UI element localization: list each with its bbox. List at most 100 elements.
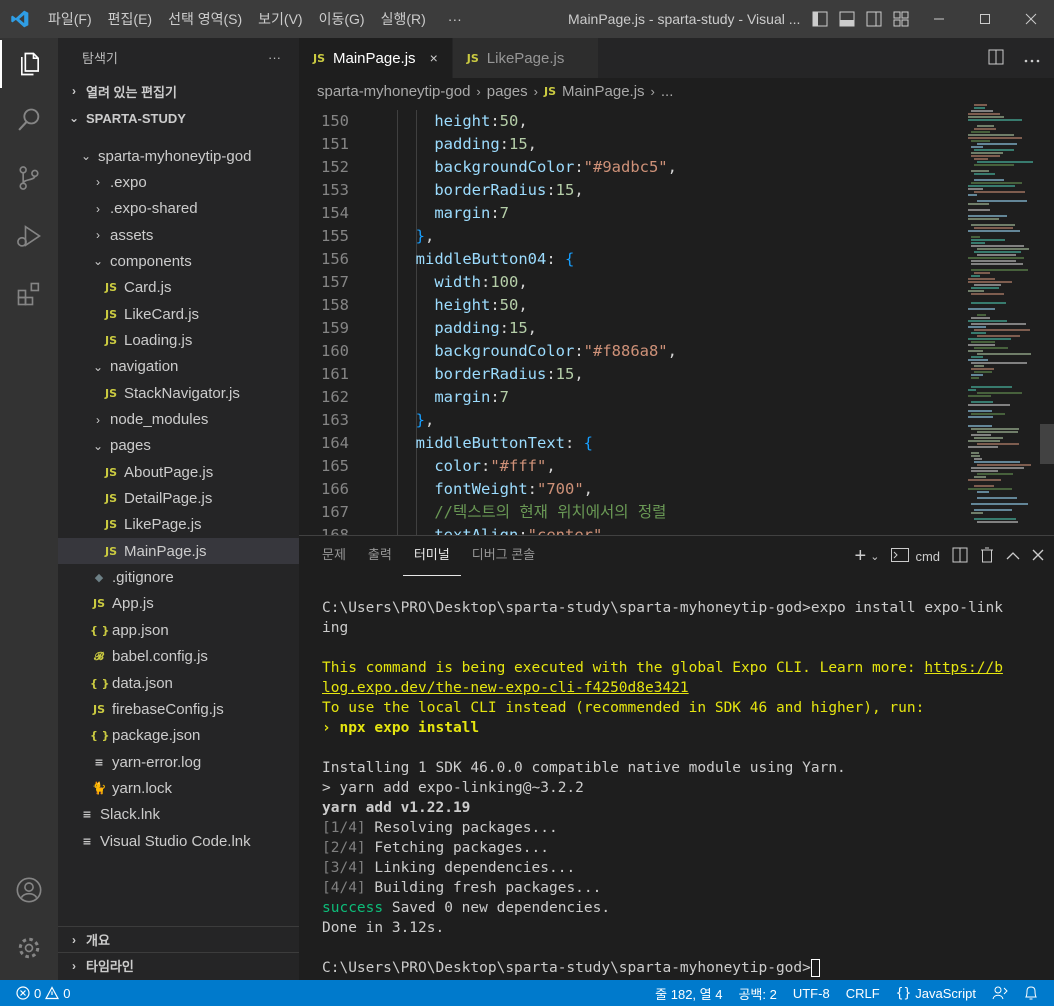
tree-item[interactable]: { } app.json	[58, 617, 299, 643]
indentation[interactable]: 공백: 2	[730, 984, 784, 1003]
tree-item[interactable]: › node_modules	[58, 407, 299, 433]
explorer-more-button[interactable]: ···	[268, 50, 281, 65]
breadcrumb-folder[interactable]: pages	[487, 83, 528, 100]
menu-more[interactable]: ···	[434, 0, 470, 38]
tab-terminal[interactable]: 터미널	[402, 536, 461, 576]
js-file-icon: JS	[104, 307, 117, 321]
tree-item-label: sparta-myhoneytip-god	[98, 147, 252, 165]
source-control-icon[interactable]	[0, 154, 58, 202]
accounts-icon[interactable]	[0, 866, 58, 914]
menu-run[interactable]: 실행(R)	[373, 0, 434, 38]
terminal-line: [2/4] Fetching packages...	[322, 838, 549, 858]
minimap-line	[974, 329, 1030, 331]
shell-name[interactable]: cmd	[915, 549, 940, 564]
tree-item[interactable]: JS StackNavigator.js	[58, 380, 299, 406]
tree-item[interactable]: › .expo	[58, 169, 299, 195]
tree-item[interactable]: JS AboutPage.js	[58, 459, 299, 485]
minimap-line	[971, 110, 993, 112]
workspace-section[interactable]: ⌄ SPARTA-STUDY	[58, 105, 299, 131]
bottom-panel: 문제 출력 터미널 디버그 콘솔 + ⌄ cmd C:\Users\PRO\De…	[299, 535, 1054, 980]
breadcrumb-folder[interactable]: sparta-myhoneytip-god	[317, 83, 470, 100]
more-actions-icon[interactable]	[1024, 51, 1040, 66]
minimap-line	[977, 431, 1018, 433]
tree-item[interactable]: 𝓑babel.config.js	[58, 644, 299, 670]
outline-section[interactable]: › 개요	[58, 926, 299, 952]
terminal-link[interactable]: https://b	[924, 660, 1003, 676]
encoding[interactable]: UTF-8	[785, 986, 838, 1001]
tree-item[interactable]: JS Loading.js	[58, 327, 299, 353]
tree-item[interactable]: JS LikeCard.js	[58, 301, 299, 327]
tree-item[interactable]: { } data.json	[58, 670, 299, 696]
split-terminal-icon[interactable]	[952, 547, 968, 566]
search-icon[interactable]	[0, 96, 58, 144]
editor-scrollbar[interactable]	[1040, 424, 1054, 464]
tree-item[interactable]: JS DetailPage.js	[58, 486, 299, 512]
tab-mainpage[interactable]: JS MainPage.js ×	[299, 38, 453, 78]
menu-selection[interactable]: 선택 영역(S)	[160, 0, 250, 38]
tree-item[interactable]: ≡ Slack.lnk	[58, 802, 299, 828]
toggle-secondary-sidebar-icon[interactable]	[864, 10, 883, 29]
menu-view[interactable]: 보기(V)	[250, 0, 310, 38]
tab-likepage[interactable]: JS LikePage.js	[452, 38, 599, 78]
tree-item[interactable]: ⌄ pages	[58, 433, 299, 459]
tree-item[interactable]: 🐈 yarn.lock	[58, 775, 299, 801]
open-editors-section[interactable]: › 열려 있는 편집기	[58, 78, 299, 104]
language-mode[interactable]: {} JavaScript	[888, 986, 984, 1001]
cursor-position[interactable]: 줄 182, 열 4	[647, 984, 730, 1003]
new-terminal-icon[interactable]: +	[855, 545, 867, 568]
maximize-icon[interactable]	[962, 0, 1008, 38]
tree-item[interactable]: ◆ .gitignore	[58, 565, 299, 591]
tree-item[interactable]: ≡ yarn-error.log	[58, 749, 299, 775]
run-debug-icon[interactable]	[0, 212, 58, 260]
tab-debug-console[interactable]: 디버그 콘솔	[461, 536, 546, 576]
tree-item[interactable]: › assets	[58, 222, 299, 248]
close-window-icon[interactable]	[1008, 0, 1054, 38]
problems-status[interactable]: 0 0	[0, 986, 78, 1001]
tree-item[interactable]: ⌄ components	[58, 248, 299, 274]
customize-layout-icon[interactable]	[891, 10, 910, 29]
tab-problems[interactable]: 문제	[311, 536, 357, 576]
tree-item[interactable]: JS LikePage.js	[58, 512, 299, 538]
explorer-icon[interactable]	[0, 40, 58, 88]
toggle-panel-icon[interactable]	[837, 10, 856, 29]
breadcrumb-file[interactable]: MainPage.js	[562, 83, 645, 100]
close-tab-icon[interactable]: ×	[430, 50, 438, 66]
chevron-down-icon[interactable]: ⌄	[870, 550, 879, 563]
tree-item[interactable]: JS Card.js	[58, 275, 299, 301]
minimize-icon[interactable]	[916, 0, 962, 38]
settings-gear-icon[interactable]	[0, 924, 58, 972]
minimap-line	[968, 344, 995, 346]
minimap[interactable]	[964, 104, 1054, 535]
tree-item[interactable]: JS firebaseConfig.js	[58, 696, 299, 722]
breadcrumb-symbol[interactable]: ...	[661, 83, 674, 100]
tree-item[interactable]: › .expo-shared	[58, 196, 299, 222]
tree-item[interactable]: JS App.js	[58, 591, 299, 617]
close-panel-icon[interactable]	[1032, 549, 1044, 564]
tree-item[interactable]: ≡ Visual Studio Code.lnk	[58, 828, 299, 854]
tree-item[interactable]: ⌄ sparta-myhoneytip-god	[58, 143, 299, 169]
code-editor[interactable]: 150 height:50, 151 padding:15, 152 backgro…	[299, 110, 964, 535]
maximize-panel-icon[interactable]	[1006, 549, 1020, 564]
code-token: backgroundColor	[434, 158, 575, 176]
minimap-line	[971, 401, 993, 403]
tree-item[interactable]: { } package.json	[58, 723, 299, 749]
feedback-icon[interactable]	[984, 985, 1016, 1001]
line-number: 153	[321, 181, 349, 199]
timeline-section[interactable]: › 타임라인	[58, 952, 299, 978]
minimap-line	[968, 203, 989, 205]
trash-icon[interactable]	[980, 547, 994, 566]
menu-file[interactable]: 파일(F)	[40, 0, 100, 38]
extensions-icon[interactable]	[0, 270, 58, 318]
terminal-shell-icon[interactable]	[891, 547, 910, 565]
end-of-line[interactable]: CRLF	[838, 986, 888, 1001]
code-line: 158 height:50,	[299, 294, 964, 317]
tree-item[interactable]: ⌄ navigation	[58, 354, 299, 380]
tree-item[interactable]: JS MainPage.js	[58, 538, 299, 565]
menu-edit[interactable]: 편집(E)	[100, 0, 160, 38]
menu-go[interactable]: 이동(G)	[311, 0, 373, 38]
notifications-bell-icon[interactable]	[1016, 985, 1046, 1001]
split-editor-icon[interactable]	[988, 49, 1004, 68]
minimap-line	[971, 170, 989, 172]
toggle-sidebar-icon[interactable]	[810, 10, 829, 29]
tab-output[interactable]: 출력	[357, 536, 403, 576]
